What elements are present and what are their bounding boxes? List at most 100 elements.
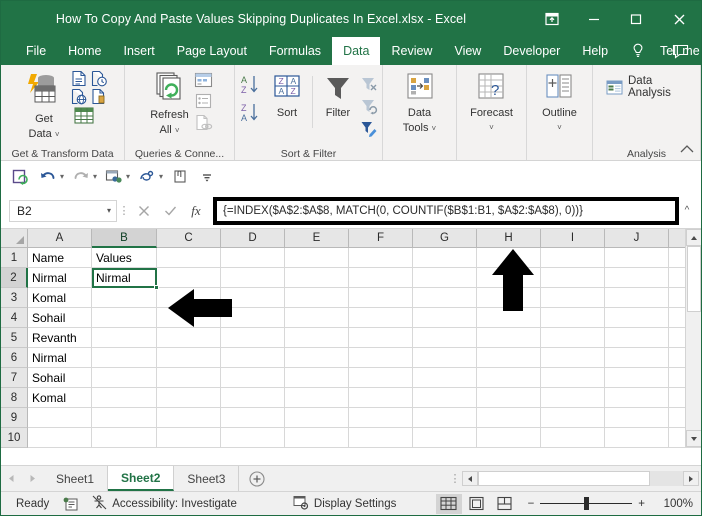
tab-developer[interactable]: Developer [492, 37, 571, 65]
clear-filter-icon[interactable] [359, 74, 379, 94]
cell-i2[interactable] [541, 268, 605, 288]
cell-g8[interactable] [413, 388, 477, 408]
comments-icon[interactable] [672, 37, 689, 65]
cell-j3[interactable] [605, 288, 669, 308]
row-header-5[interactable]: 5 [1, 328, 28, 348]
column-header-c[interactable]: C [157, 229, 221, 248]
tab-data[interactable]: Data [332, 37, 381, 65]
cell-j7[interactable] [605, 368, 669, 388]
cell-d7[interactable] [221, 368, 285, 388]
scroll-right-button[interactable] [683, 471, 699, 486]
from-spreadsheet-icon[interactable] [73, 106, 95, 126]
cell-b4[interactable] [92, 308, 157, 328]
sheet-tab-splitter[interactable]: ⋮ [448, 473, 462, 484]
zoom-thumb[interactable] [584, 497, 590, 510]
vertical-scroll-thumb[interactable] [686, 246, 701, 312]
cell-i3[interactable] [541, 288, 605, 308]
redo-icon[interactable] [69, 165, 93, 189]
row-header-10[interactable]: 10 [1, 428, 28, 448]
cell-e4[interactable] [285, 308, 349, 328]
cell-c2[interactable] [157, 268, 221, 288]
cell-f9[interactable] [349, 408, 413, 428]
cell-b10[interactable] [92, 428, 157, 448]
cell-c9[interactable] [157, 408, 221, 428]
cell-e5[interactable] [285, 328, 349, 348]
chevron-down-icon[interactable]: ▾ [107, 206, 111, 215]
ribbon-display-options-icon[interactable] [531, 1, 573, 37]
column-header-a[interactable]: A [28, 229, 92, 248]
row-header-7[interactable]: 7 [1, 368, 28, 388]
tab-view[interactable]: View [443, 37, 492, 65]
row-header-9[interactable]: 9 [1, 408, 28, 428]
cell-d6[interactable] [221, 348, 285, 368]
cell-a8[interactable]: Komal [28, 388, 92, 408]
row-header-3[interactable]: 3 [1, 288, 28, 308]
cell-f3[interactable] [349, 288, 413, 308]
tab-file[interactable]: File [15, 37, 57, 65]
row-header-2[interactable]: 2 [1, 268, 28, 288]
page-layout-view-icon[interactable] [464, 494, 490, 514]
lightbulb-icon[interactable] [619, 37, 649, 65]
cell-f8[interactable] [349, 388, 413, 408]
cell-h4[interactable] [477, 308, 541, 328]
cell-g3[interactable] [413, 288, 477, 308]
data-analysis-button[interactable]: Data Analysis [601, 72, 696, 102]
cell-h10[interactable] [477, 428, 541, 448]
formula-bar-drag-handle[interactable]: ⋮ [117, 205, 131, 216]
cell-h5[interactable] [477, 328, 541, 348]
sort-button[interactable]: ZAAZ Sort [266, 72, 308, 119]
cell-b7[interactable] [92, 368, 157, 388]
cell-g10[interactable] [413, 428, 477, 448]
cell-f6[interactable] [349, 348, 413, 368]
tab-help[interactable]: Help [571, 37, 619, 65]
expand-formula-bar-icon[interactable]: ^ [679, 205, 695, 216]
customize-qat-icon[interactable] [195, 165, 219, 189]
share-icon[interactable] [102, 165, 126, 189]
advanced-filter-icon[interactable] [359, 118, 379, 138]
horizontal-scroll-thumb[interactable] [478, 471, 650, 486]
column-header-g[interactable]: G [413, 229, 477, 248]
cell-a5[interactable]: Revanth [28, 328, 92, 348]
cell-f2[interactable] [349, 268, 413, 288]
cell-i7[interactable] [541, 368, 605, 388]
maximize-icon[interactable] [615, 1, 657, 37]
tab-page-layout[interactable]: Page Layout [166, 37, 258, 65]
cell-b3[interactable] [92, 288, 157, 308]
horizontal-scroll-track[interactable] [650, 471, 683, 486]
cell-c8[interactable] [157, 388, 221, 408]
column-header-b[interactable]: B [92, 229, 157, 248]
cell-b8[interactable] [92, 388, 157, 408]
draw-icon[interactable] [135, 165, 159, 189]
cell-e10[interactable] [285, 428, 349, 448]
queries-connections-icon[interactable] [194, 70, 214, 90]
cell-a1[interactable]: Name [28, 248, 92, 268]
cell-d8[interactable] [221, 388, 285, 408]
cell-j8[interactable] [605, 388, 669, 408]
confirm-icon[interactable] [157, 200, 183, 222]
scroll-left-button[interactable] [462, 471, 478, 486]
row-header-6[interactable]: 6 [1, 348, 28, 368]
cell-i6[interactable] [541, 348, 605, 368]
from-web-icon[interactable] [70, 88, 87, 105]
cell-b9[interactable] [92, 408, 157, 428]
cell-b5[interactable] [92, 328, 157, 348]
cell-h7[interactable] [477, 368, 541, 388]
name-box[interactable]: B2 ▾ [9, 199, 117, 222]
cell-g9[interactable] [413, 408, 477, 428]
cell-e1[interactable] [285, 248, 349, 268]
add-sheet-icon[interactable] [239, 466, 275, 491]
row-header-1[interactable]: 1 [1, 248, 28, 268]
cell-f10[interactable] [349, 428, 413, 448]
cancel-icon[interactable] [131, 200, 157, 222]
cell-c7[interactable] [157, 368, 221, 388]
cell-d5[interactable] [221, 328, 285, 348]
cell-j2[interactable] [605, 268, 669, 288]
cell-h6[interactable] [477, 348, 541, 368]
cell-a9[interactable] [28, 408, 92, 428]
from-recent-sources-icon[interactable] [90, 70, 107, 87]
cell-j9[interactable] [605, 408, 669, 428]
autosave-refresh-icon[interactable] [9, 165, 33, 189]
sort-ascending-icon[interactable]: AZ [240, 74, 266, 96]
cell-j6[interactable] [605, 348, 669, 368]
column-header-e[interactable]: E [285, 229, 349, 248]
